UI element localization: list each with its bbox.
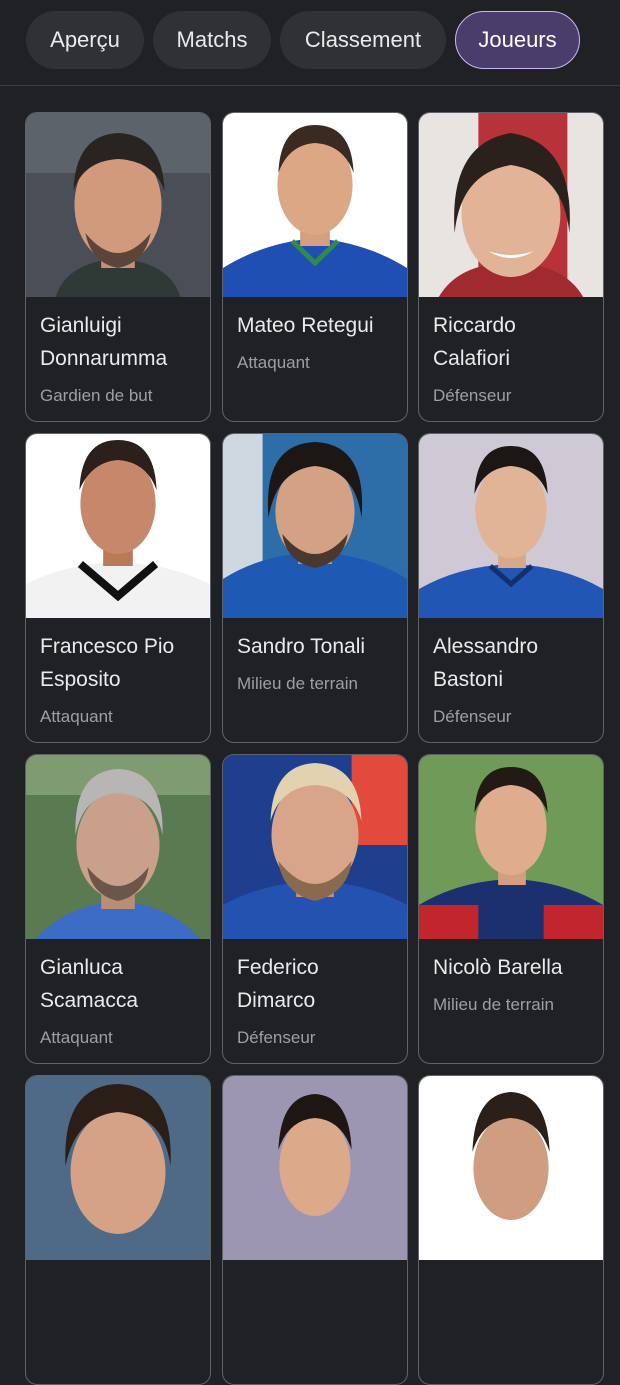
player-photo [223, 113, 407, 297]
player-photo [419, 755, 603, 939]
player-photo [223, 1076, 407, 1260]
player-card-partial-1[interactable] [25, 1075, 211, 1385]
player-role: Attaquant [40, 1028, 113, 1047]
player-card-dimarco[interactable]: Federico Dimarco Défenseur [222, 754, 408, 1064]
player-name: Alessandro Bastoni [433, 635, 539, 691]
player-photo [26, 755, 210, 939]
player-name: Federico Dimarco [237, 956, 319, 1012]
player-name: Nicolò Barella [433, 956, 563, 979]
player-role: Défenseur [237, 1028, 316, 1047]
player-role: Milieu de terrain [237, 674, 358, 693]
player-photo [223, 755, 407, 939]
filter-tabs: Aperçu Matchs Classement Joueurs [0, 0, 620, 86]
player-card-donnarumma[interactable]: Gianluigi Donnarumma Gardien de but [25, 112, 211, 422]
tab-apercu[interactable]: Aperçu [26, 11, 144, 69]
player-card-scamacca[interactable]: Gianluca Scamacca Attaquant [25, 754, 211, 1064]
player-role: Défenseur [433, 386, 512, 405]
player-role: Défenseur [433, 707, 512, 726]
player-card-tonali[interactable]: Sandro Tonali Milieu de terrain [222, 433, 408, 743]
player-name: Mateo Retegui [237, 314, 374, 337]
tab-matchs[interactable]: Matchs [153, 11, 271, 69]
player-card-bastoni[interactable]: Alessandro Bastoni Défenseur [418, 433, 604, 743]
player-card-barella[interactable]: Nicolò Barella Milieu de terrain [418, 754, 604, 1064]
player-role: Milieu de terrain [433, 995, 554, 1014]
player-photo [26, 113, 210, 297]
tab-joueurs[interactable]: Joueurs [455, 11, 580, 69]
player-card-calafiori[interactable]: Riccardo Calafiori Défenseur [418, 112, 604, 422]
player-photo [26, 434, 210, 618]
player-photo [419, 113, 603, 297]
player-name: Gianluca Scamacca [40, 956, 139, 1012]
player-name: Riccardo Calafiori [433, 314, 516, 370]
player-role: Attaquant [237, 353, 310, 372]
player-card-partial-3[interactable] [418, 1075, 604, 1385]
player-card-esposito[interactable]: Francesco Pio Esposito Attaquant [25, 433, 211, 743]
player-photo [26, 1076, 210, 1260]
player-photo [419, 1076, 603, 1260]
tab-classement[interactable]: Classement [280, 11, 446, 69]
player-role: Gardien de but [40, 386, 153, 405]
player-name: Sandro Tonali [237, 635, 366, 658]
player-card-retegui[interactable]: Mateo Retegui Attaquant [222, 112, 408, 422]
player-photo [223, 434, 407, 618]
player-name: Francesco Pio Esposito [40, 635, 175, 691]
player-photo [419, 434, 603, 618]
player-card-partial-2[interactable] [222, 1075, 408, 1385]
player-name: Gianluigi Donnarumma [40, 314, 168, 370]
player-role: Attaquant [40, 707, 113, 726]
